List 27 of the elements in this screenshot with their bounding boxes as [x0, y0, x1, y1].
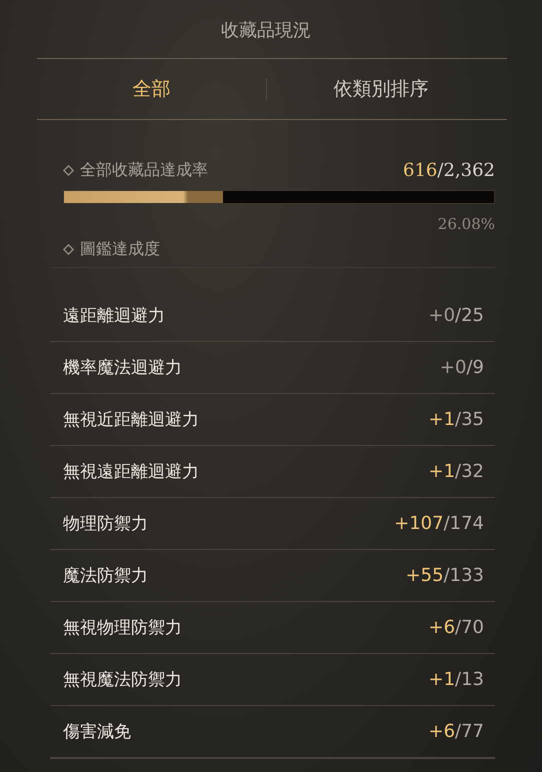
stat-value: +1/35: [428, 409, 484, 430]
stat-name: 機率魔法迴避力: [63, 357, 182, 379]
stat-value: +1/13: [428, 669, 484, 690]
tab[interactable]: 依類別排序: [266, 70, 495, 108]
stat-name: 魔法防禦力: [63, 565, 148, 587]
tab[interactable]: 全部: [37, 70, 266, 108]
stat-name: 遠距離迴避力: [63, 305, 165, 327]
percent-text: 26.08%: [436, 215, 495, 235]
stat-name: 無視物理防禦力: [63, 617, 182, 639]
stat-name: 無視近距離迴避力: [63, 409, 199, 431]
stat-value: +6/77: [428, 721, 484, 742]
section-label: 圖鑑達成度: [80, 238, 160, 260]
stat-value: +1/32: [428, 461, 484, 482]
stat-value: +107/174: [394, 513, 484, 534]
stat-value: +6/70: [428, 617, 484, 638]
collection-count: 616/2,362: [403, 160, 495, 180]
stat-value: +0/25: [428, 305, 484, 326]
stat-name: 無視遠距離迴避力: [63, 461, 199, 483]
section-label: 全部收藏品達成率: [80, 160, 208, 180]
stat-name: 物理防禦力: [63, 513, 148, 535]
stat-name: 無視魔法防禦力: [63, 669, 182, 691]
stat-value: +0/9: [440, 357, 484, 378]
panel-title: 收藏品現況: [220, 19, 312, 43]
diamond-icon: [63, 244, 74, 254]
diamond-icon: [63, 164, 74, 176]
stat-value: +55/133: [406, 565, 484, 586]
stat-name: 傷害減免: [63, 721, 131, 743]
